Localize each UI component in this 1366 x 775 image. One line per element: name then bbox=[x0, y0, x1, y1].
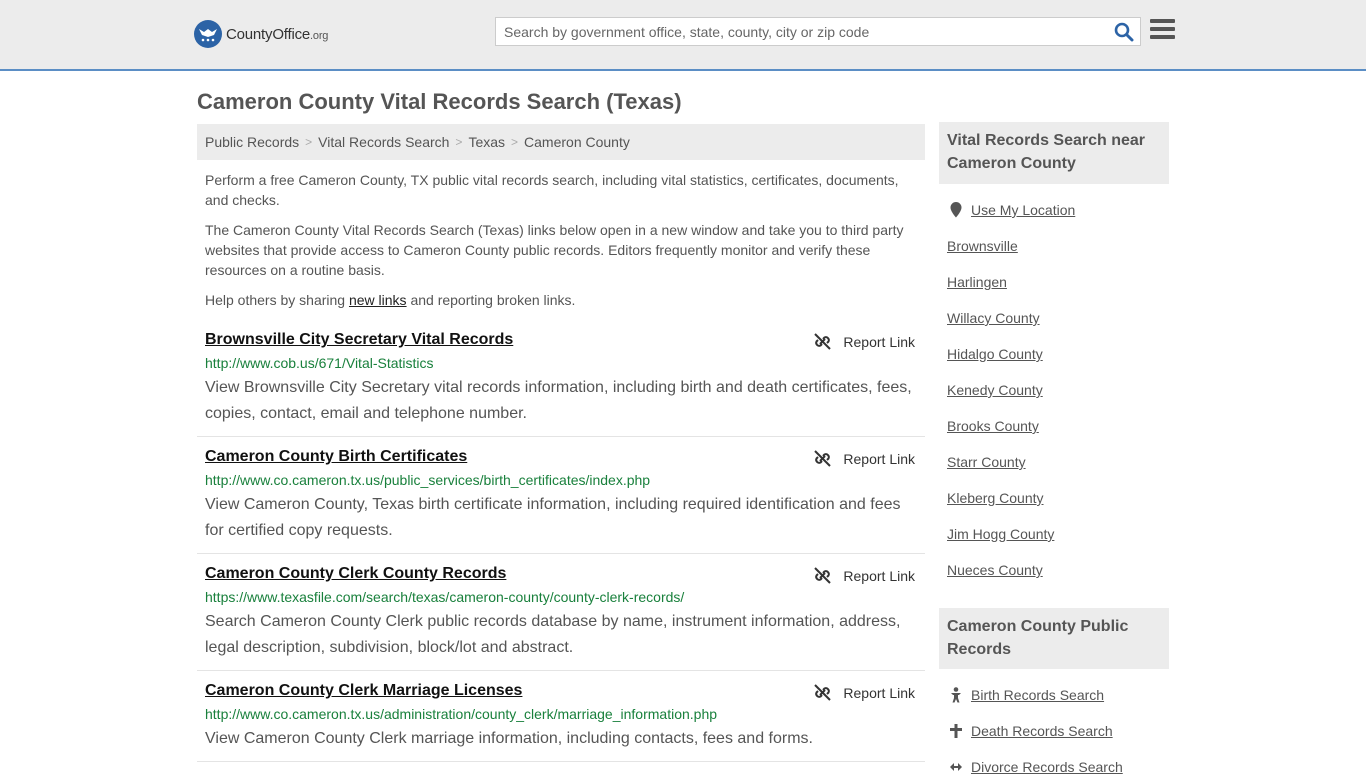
divorce-arrows-icon bbox=[950, 763, 962, 771]
broken-link-icon bbox=[814, 450, 832, 467]
intro-paragraph-3: Help others by sharing new links and rep… bbox=[205, 290, 915, 310]
report-link-button[interactable]: Report Link bbox=[814, 567, 915, 584]
logo-text: CountyOffice.org bbox=[226, 25, 329, 43]
report-link-label: Report Link bbox=[843, 567, 915, 584]
result-description: View Cameron County Clerk marriage infor… bbox=[205, 730, 813, 747]
search-box bbox=[495, 17, 1141, 46]
intro-paragraph-1: Perform a free Cameron County, TX public… bbox=[205, 172, 899, 208]
search-icon[interactable] bbox=[1114, 22, 1134, 42]
broken-link-icon bbox=[814, 567, 832, 584]
nearby-link-brooks-county[interactable]: Brooks County bbox=[947, 418, 1039, 434]
broken-link-icon bbox=[814, 684, 832, 701]
logo-eagle-icon bbox=[194, 20, 222, 48]
nearby-link-kenedy-county[interactable]: Kenedy County bbox=[947, 382, 1043, 398]
breadcrumb: Public Records > Vital Records Search > … bbox=[197, 124, 925, 160]
report-link-button[interactable]: Report Link bbox=[814, 450, 915, 467]
logo-tld: .org bbox=[310, 29, 329, 42]
breadcrumb-vital-records[interactable]: Vital Records Search bbox=[318, 134, 449, 150]
nearby-link-harlingen[interactable]: Harlingen bbox=[947, 274, 1007, 290]
result-title-link[interactable]: Cameron County Birth Certificates bbox=[205, 448, 467, 466]
breadcrumb-texas[interactable]: Texas bbox=[468, 134, 505, 150]
baby-icon bbox=[951, 687, 961, 703]
report-link-button[interactable]: Report Link bbox=[814, 684, 915, 701]
nearby-link-kleberg-county[interactable]: Kleberg County bbox=[947, 490, 1044, 506]
use-my-location-link[interactable]: Use My Location bbox=[971, 202, 1075, 218]
site-logo[interactable]: CountyOffice.org bbox=[194, 20, 328, 48]
nearby-link-willacy-county[interactable]: Willacy County bbox=[947, 310, 1040, 326]
sidebar-nearby-heading: Vital Records Search near Cameron County bbox=[939, 122, 1169, 184]
nearby-link-brownsville[interactable]: Brownsville bbox=[947, 238, 1018, 254]
intro-paragraph-2: The Cameron County Vital Records Search … bbox=[205, 222, 904, 278]
page-title: Cameron County Vital Records Search (Tex… bbox=[197, 89, 682, 114]
cross-icon bbox=[950, 724, 962, 738]
hamburger-menu-icon[interactable] bbox=[1150, 19, 1175, 41]
result-url[interactable]: http://www.co.cameron.tx.us/public_servi… bbox=[205, 472, 650, 488]
intro-text: Help others by sharing bbox=[205, 292, 349, 308]
breadcrumb-separator: > bbox=[455, 135, 463, 149]
result-title-link[interactable]: Cameron County Clerk Marriage Licenses bbox=[205, 682, 522, 700]
breadcrumb-public-records[interactable]: Public Records bbox=[205, 134, 299, 150]
broken-link-icon bbox=[814, 333, 832, 350]
search-input[interactable] bbox=[496, 18, 1106, 45]
result-url[interactable]: https://www.texasfile.com/search/texas/c… bbox=[205, 589, 684, 605]
result-item: Cameron County Clerk County Records Repo… bbox=[197, 565, 925, 671]
new-links-link[interactable]: new links bbox=[349, 292, 407, 308]
sidebar-public-records-heading: Cameron County Public Records bbox=[939, 608, 1169, 669]
report-link-label: Report Link bbox=[843, 333, 915, 350]
result-title-link[interactable]: Brownsville City Secretary Vital Records bbox=[205, 331, 513, 349]
breadcrumb-cameron-county[interactable]: Cameron County bbox=[524, 134, 630, 150]
site-header: CountyOffice.org bbox=[0, 0, 1366, 71]
result-description: View Cameron County, Texas birth certifi… bbox=[205, 496, 901, 539]
breadcrumb-separator: > bbox=[305, 135, 313, 149]
result-item: Cameron County Birth Certificates Report… bbox=[197, 448, 925, 554]
report-link-button[interactable]: Report Link bbox=[814, 333, 915, 350]
result-item: Brownsville City Secretary Vital Records… bbox=[197, 331, 925, 437]
breadcrumb-separator: > bbox=[511, 135, 519, 149]
divorce-records-search-link[interactable]: Divorce Records Search bbox=[971, 759, 1123, 775]
report-link-label: Report Link bbox=[843, 684, 915, 701]
result-item: Cameron County Clerk Marriage Licenses R… bbox=[197, 682, 925, 762]
location-pin-icon bbox=[950, 202, 962, 218]
result-description: Search Cameron County Clerk public recor… bbox=[205, 613, 901, 656]
report-link-label: Report Link bbox=[843, 450, 915, 467]
result-description: View Brownsville City Secretary vital re… bbox=[205, 379, 912, 422]
birth-records-search-link[interactable]: Birth Records Search bbox=[971, 687, 1104, 703]
intro-text: and reporting broken links. bbox=[406, 292, 576, 308]
death-records-search-link[interactable]: Death Records Search bbox=[971, 723, 1113, 739]
nearby-link-nueces-county[interactable]: Nueces County bbox=[947, 562, 1043, 578]
nearby-link-hidalgo-county[interactable]: Hidalgo County bbox=[947, 346, 1043, 362]
nearby-link-jim-hogg-county[interactable]: Jim Hogg County bbox=[947, 526, 1054, 542]
result-url[interactable]: http://www.cob.us/671/Vital-Statistics bbox=[205, 355, 434, 371]
result-title-link[interactable]: Cameron County Clerk County Records bbox=[205, 565, 506, 583]
result-url[interactable]: http://www.co.cameron.tx.us/administrati… bbox=[205, 706, 717, 722]
nearby-link-starr-county[interactable]: Starr County bbox=[947, 454, 1026, 470]
